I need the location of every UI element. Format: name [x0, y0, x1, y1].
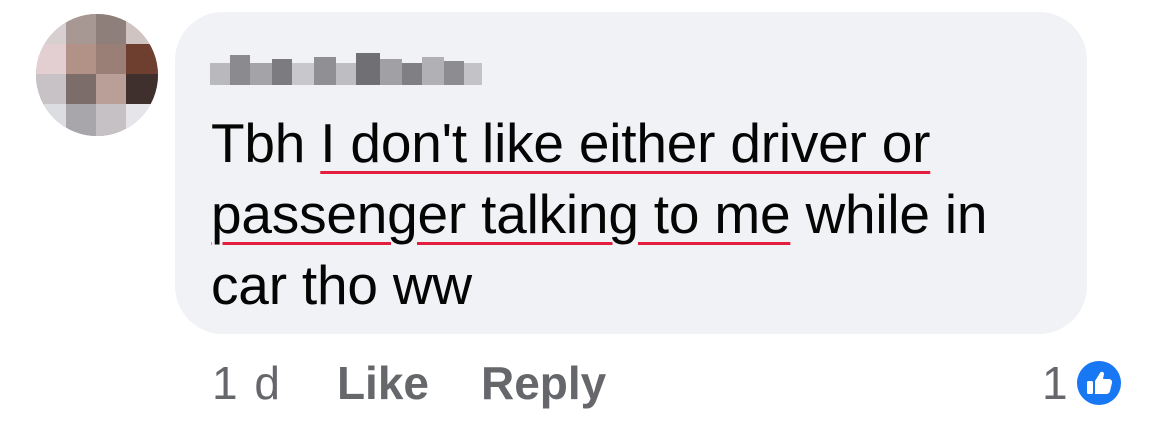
comment-text: Tbh I don't like either driver or passen… [211, 108, 1071, 321]
comment-timestamp[interactable]: 1 d [212, 356, 282, 410]
avatar[interactable] [36, 14, 158, 136]
reaction-summary[interactable]: 1 [1042, 352, 1124, 414]
comment-container: Tbh I don't like either driver or passen… [0, 0, 1170, 423]
comment-actions: 1 d Like Reply [212, 352, 658, 414]
author-name-redacted[interactable] [210, 45, 482, 89]
thumbs-up-icon [1073, 358, 1124, 408]
comment-text-start: Tbh [211, 112, 321, 174]
highlighted-text-2: passenger talking to me [211, 183, 791, 245]
reaction-count: 1 [1042, 357, 1068, 409]
reply-button[interactable]: Reply [481, 356, 606, 410]
like-button[interactable]: Like [337, 356, 429, 410]
highlighted-text-1: I don't like either driver or [320, 112, 931, 174]
redacted-name-pixels [210, 53, 482, 85]
avatar-image [36, 14, 158, 136]
